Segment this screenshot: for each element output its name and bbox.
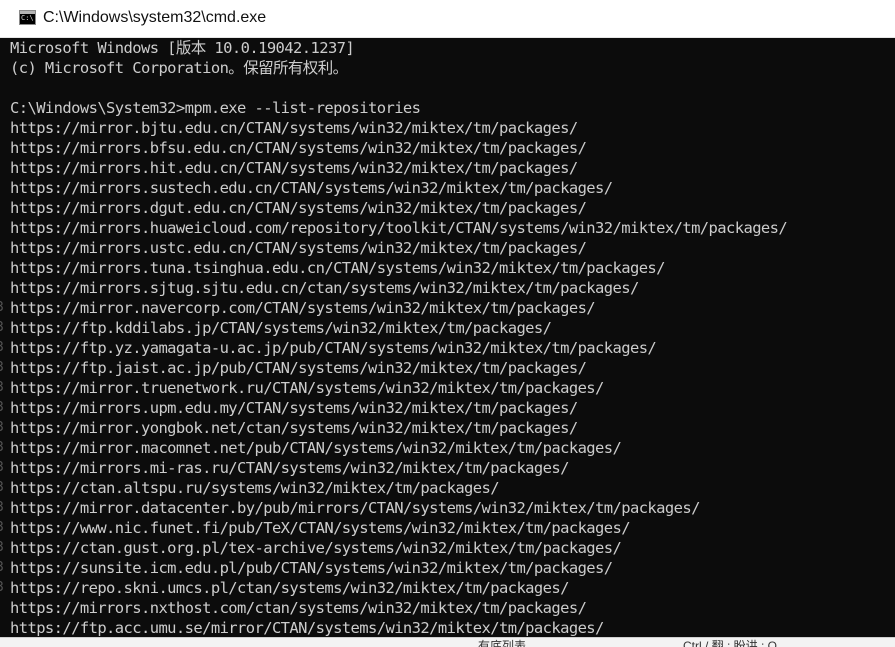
console-line: https://mirror.bjtu.edu.cn/CTAN/systems/… [10, 119, 578, 137]
console-line: https://sunsite.icm.edu.pl/pub/CTAN/syst… [10, 559, 613, 577]
console-line: https://mirror.macomnet.net/pub/CTAN/sys… [10, 439, 622, 457]
console-line: https://mirror.datacenter.by/pub/mirrors… [10, 499, 700, 517]
console-line: https://mirrors.bfsu.edu.cn/CTAN/systems… [10, 139, 587, 157]
console-line: https://repo.skni.umcs.pl/ctan/systems/w… [10, 579, 569, 597]
console-line: https://mirror.yongbok.net/ctan/systems/… [10, 419, 578, 437]
background-edge-glyph: 3 [0, 398, 8, 418]
console-line: https://mirrors.sjtug.sjtu.edu.cn/ctan/s… [10, 279, 639, 297]
cmd-icon-glyph: C:\ [21, 14, 34, 22]
console-line: https://ftp.jaist.ac.jp/pub/CTAN/systems… [10, 359, 587, 377]
background-edge-glyph: 3 [0, 578, 8, 598]
background-edge-glyph: 3 [0, 438, 8, 458]
console-line: https://mirrors.upm.edu.my/CTAN/systems/… [10, 399, 578, 417]
console-line: https://mirrors.hit.edu.cn/CTAN/systems/… [10, 159, 578, 177]
background-footer-text-1: 有底列表 [478, 639, 527, 647]
console-line: https://mirrors.nxthost.com/ctan/systems… [10, 599, 587, 617]
background-edge-glyph: 3 [0, 498, 8, 518]
cmd-window: C:\ C:\Windows\system32\cmd.exe Microsof… [0, 0, 895, 647]
console-line: (c) Microsoft Corporation。保留所有权利。 [10, 59, 348, 77]
background-edge-glyph: 3 [0, 518, 8, 538]
console-output[interactable]: Microsoft Windows [版本 10.0.19042.1237] (c… [0, 38, 895, 647]
console-line: https://mirrors.dgut.edu.cn/CTAN/systems… [10, 199, 587, 217]
background-edge-glyph: 3 [0, 458, 8, 478]
background-edge-glyph: 3 [0, 558, 8, 578]
console-line: https://mirrors.sustech.edu.cn/CTAN/syst… [10, 179, 613, 197]
background-edge-glyph: 3 [0, 478, 8, 498]
window-title: C:\Windows\system32\cmd.exe [43, 9, 267, 26]
background-edge-glyph: 3 [0, 338, 8, 358]
console-line: https://ctan.altspu.ru/systems/win32/mik… [10, 479, 500, 497]
background-edge-glyph: 3 [0, 378, 8, 398]
background-window-edge: 333333333333333 [0, 298, 8, 598]
console-line: https://mirrors.ustc.edu.cn/CTAN/systems… [10, 239, 587, 257]
cmd-icon: C:\ [19, 10, 36, 25]
title-bar[interactable]: C:\ C:\Windows\system32\cmd.exe [0, 0, 895, 38]
console-line: https://ctan.gust.org.pl/tex-archive/sys… [10, 539, 622, 557]
background-footer-text-2: Ctrl / 翻 ; 盼讲 ; Q [683, 639, 778, 647]
console-line: https://www.nic.funet.fi/pub/TeX/CTAN/sy… [10, 519, 631, 537]
background-edge-glyph: 3 [0, 358, 8, 378]
background-edge-glyph: 3 [0, 538, 8, 558]
console-line: C:\Windows\System32>mpm.exe --list-repos… [10, 99, 421, 117]
background-edge-glyph: 3 [0, 418, 8, 438]
console-line: https://mirrors.huaweicloud.com/reposito… [10, 219, 788, 237]
console-lines: Microsoft Windows [版本 10.0.19042.1237] (c… [10, 38, 895, 647]
console-line: https://ftp.kddilabs.jp/CTAN/systems/win… [10, 319, 552, 337]
console-line: https://mirrors.mi-ras.ru/CTAN/systems/w… [10, 459, 569, 477]
console-line: https://ftp.yz.yamagata-u.ac.jp/pub/CTAN… [10, 339, 657, 357]
background-window-footer: 有底列表 Ctrl / 翻 ; 盼讲 ; Q [0, 637, 895, 647]
console-line: https://mirrors.tuna.tsinghua.edu.cn/CTA… [10, 259, 665, 277]
background-edge-glyph: 3 [0, 318, 8, 338]
background-edge-glyph: 3 [0, 298, 8, 318]
console-line: https://ftp.acc.umu.se/mirror/CTAN/syste… [10, 619, 604, 637]
console-line: https://mirror.truenetwork.ru/CTAN/syste… [10, 379, 604, 397]
console-line: https://mirror.navercorp.com/CTAN/system… [10, 299, 596, 317]
console-line: Microsoft Windows [版本 10.0.19042.1237] [10, 39, 355, 57]
